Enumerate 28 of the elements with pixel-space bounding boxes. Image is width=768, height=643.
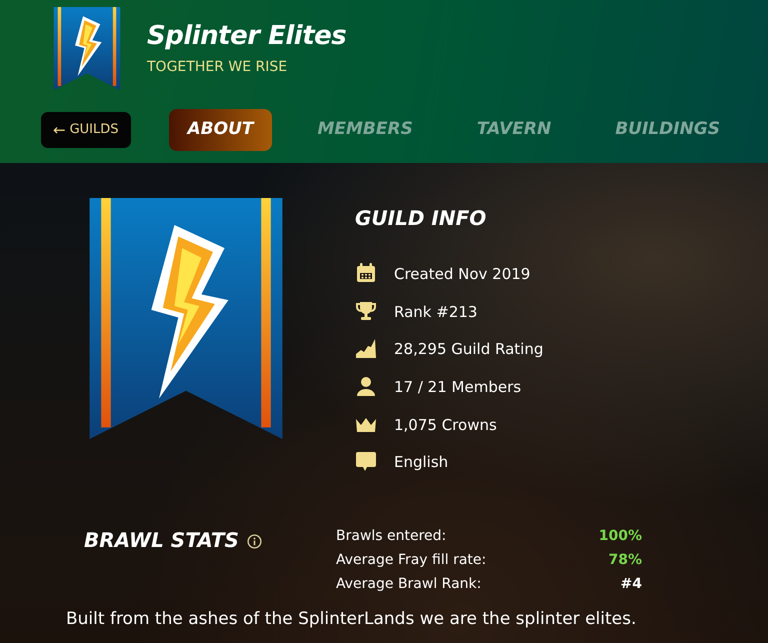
info-text: 17 / 21 Members xyxy=(394,377,522,398)
nav-tab[interactable]: ABOUT xyxy=(168,109,272,150)
section-title: GUILD INFO xyxy=(355,205,488,232)
info-text: English xyxy=(394,452,448,474)
trophy-icon xyxy=(355,300,377,322)
info-text: 28,295 Guild Rating xyxy=(394,339,544,360)
info-text: Created Nov 2019 xyxy=(394,264,530,285)
person-icon xyxy=(355,375,377,398)
guild-name: Splinter Elites xyxy=(147,23,346,49)
calendar-icon xyxy=(355,262,377,284)
guild-description: Built from the ashes of the SplinterLands we are the splinter elites. xyxy=(65,608,638,632)
chart-icon xyxy=(355,337,377,360)
stat-value: #4 xyxy=(620,575,642,594)
stat-label: Average Brawl Rank: xyxy=(336,575,482,594)
info-icon[interactable] xyxy=(246,534,262,550)
stat-label: Brawls entered: xyxy=(336,527,446,546)
nav-tab[interactable]: MEMBERS xyxy=(298,109,432,150)
nav-tab[interactable]: BUILDINGS xyxy=(596,109,739,150)
speech-bubble-icon xyxy=(355,450,377,472)
section-title: BRAWL STATS xyxy=(84,527,239,554)
stat-label: Average Fray fill rate: xyxy=(336,551,486,570)
info-text: 1,075 Crowns xyxy=(394,414,497,436)
stat-value: 100% xyxy=(598,527,642,546)
stat-value: 78% xyxy=(608,551,642,570)
info-text: Rank #213 xyxy=(394,302,478,323)
guilds-back-button[interactable]: ← GUILDS xyxy=(41,112,131,148)
guild-motto: TOGETHER WE RISE xyxy=(147,58,288,77)
nav-tab[interactable]: TAVERN xyxy=(458,109,570,150)
